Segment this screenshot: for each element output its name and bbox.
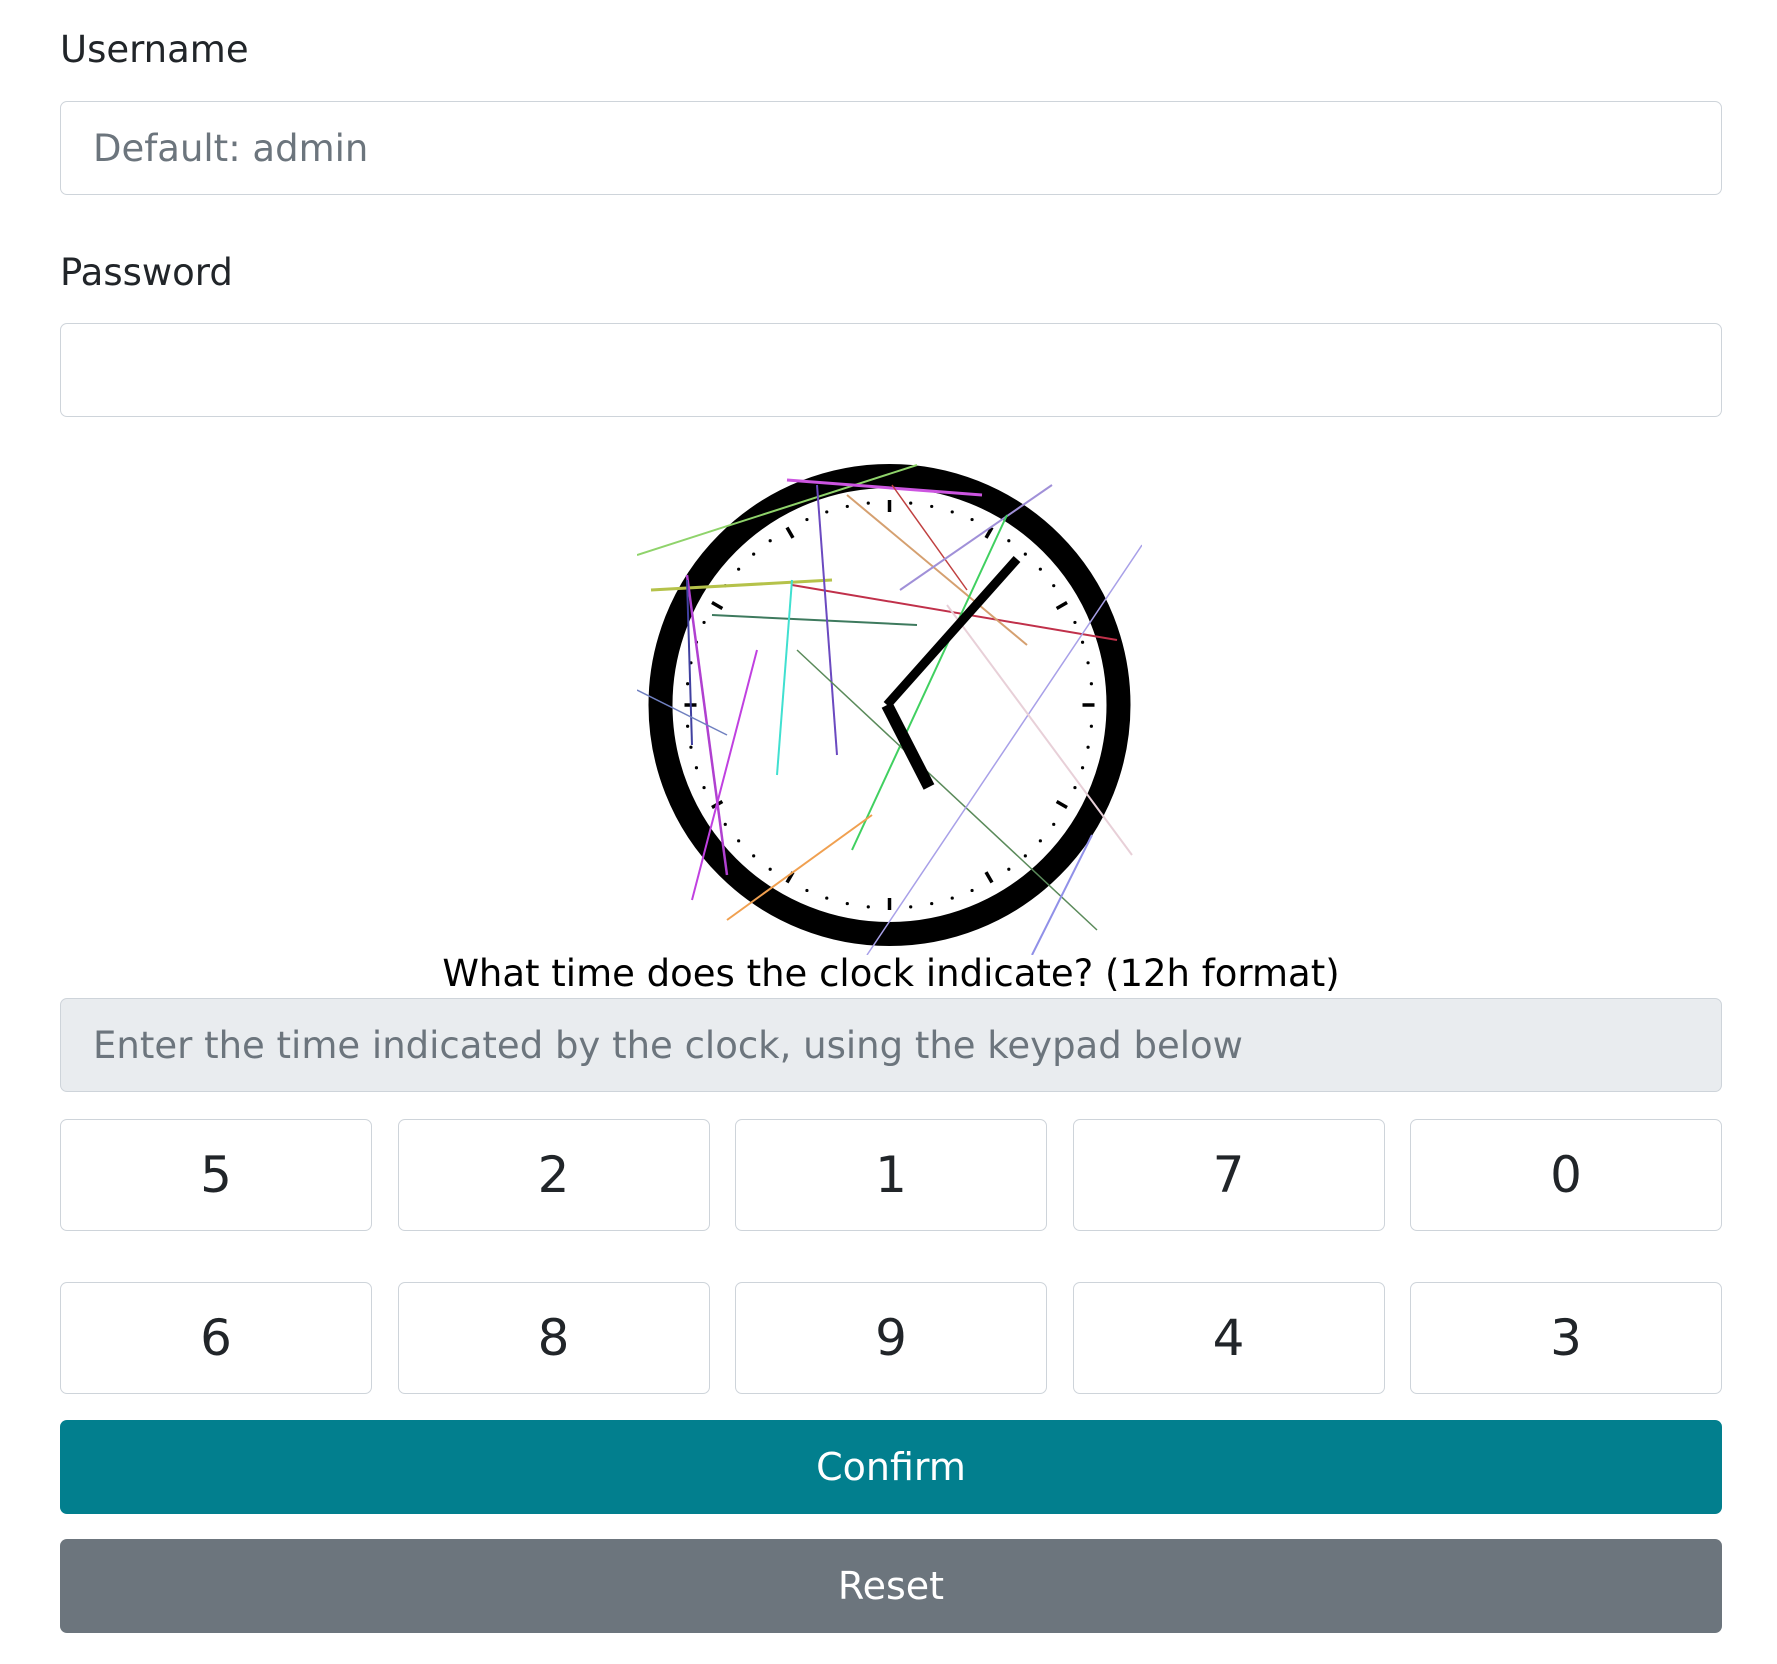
clock-minute-dot	[737, 839, 741, 843]
clock-minute-dot	[1073, 620, 1077, 625]
clock-minute-dot	[1086, 745, 1090, 749]
clock-minute-dot	[768, 867, 772, 871]
password-input[interactable]	[60, 323, 1722, 417]
keypad-key[interactable]: 9	[735, 1282, 1047, 1394]
clock-minute-dot	[1052, 822, 1056, 826]
clock-minute-dot	[1007, 539, 1011, 543]
keypad-key[interactable]: 3	[1410, 1282, 1722, 1394]
clock-minute-dot	[930, 504, 934, 509]
clock-minute-dot	[1052, 584, 1056, 588]
keypad-key[interactable]: 5	[60, 1119, 372, 1231]
username-input[interactable]	[60, 101, 1722, 195]
clock-minute-dot	[1023, 552, 1027, 556]
clock-minute-dot	[845, 901, 849, 906]
clock-minute-dot	[825, 510, 829, 514]
clock-minute-dot	[686, 724, 690, 728]
captcha-clock-image	[637, 464, 1142, 955]
captcha-keypad: 5 2 1 7 0 6 8 9 4 3	[60, 1119, 1722, 1394]
clock-minute-dot	[1038, 839, 1042, 843]
clock-minute-dot	[1086, 661, 1090, 665]
keypad-key[interactable]: 1	[735, 1119, 1047, 1231]
clock-minute-dot	[702, 785, 706, 790]
clock-minute-dot	[686, 682, 690, 686]
captcha-question: What time does the clock indicate? (12h …	[442, 952, 1340, 995]
clock-minute-dot	[702, 620, 706, 625]
clock-minute-dot	[752, 854, 756, 858]
reset-button[interactable]: Reset	[60, 1539, 1722, 1633]
confirm-button[interactable]: Confirm	[60, 1420, 1722, 1514]
clock-minute-dot	[970, 888, 974, 893]
keypad-key[interactable]: 6	[60, 1282, 372, 1394]
clock-minute-dot	[1023, 854, 1027, 858]
clock-minute-dot	[866, 501, 870, 505]
captcha-answer-field[interactable]	[60, 998, 1722, 1092]
clock-minute-dot	[737, 567, 741, 571]
clock-minute-dot	[909, 905, 913, 909]
clock-minute-dot	[1038, 567, 1042, 571]
login-form: Username Password	[60, 0, 1722, 1633]
clock-minute-dot	[845, 504, 849, 509]
clock-minute-dot	[930, 901, 934, 906]
keypad-key[interactable]: 7	[1072, 1119, 1385, 1231]
clock-minute-dot	[1080, 766, 1085, 770]
clock-minute-dot	[866, 905, 870, 909]
clock-minute-dot	[1073, 785, 1077, 790]
clock-minute-dot	[950, 896, 954, 900]
clock-minute-dot	[970, 517, 974, 522]
clock-minute-dot	[752, 552, 756, 556]
clock-minute-dot	[1089, 682, 1093, 686]
clock-minute-dot	[805, 517, 809, 522]
clock-minute-dot	[1007, 867, 1011, 871]
clock-minute-dot	[805, 888, 809, 893]
clock-minute-dot	[950, 510, 954, 514]
clock-minute-dot	[694, 766, 699, 770]
clock-minute-dot	[689, 745, 693, 749]
captcha-clock-container	[60, 455, 1722, 955]
keypad-key[interactable]: 4	[1072, 1282, 1385, 1394]
clock-minute-dot	[825, 896, 829, 900]
username-label: Username	[60, 28, 249, 71]
keypad-key[interactable]: 0	[1410, 1119, 1722, 1231]
keypad-key[interactable]: 8	[397, 1282, 710, 1394]
clock-minute-dot	[723, 822, 727, 826]
clock-minute-dot	[768, 539, 772, 543]
password-label: Password	[60, 251, 233, 294]
clock-minute-dot	[909, 501, 913, 505]
clock-minute-dot	[1080, 640, 1085, 644]
keypad-key[interactable]: 2	[397, 1119, 710, 1231]
clock-minute-dot	[1089, 724, 1093, 728]
